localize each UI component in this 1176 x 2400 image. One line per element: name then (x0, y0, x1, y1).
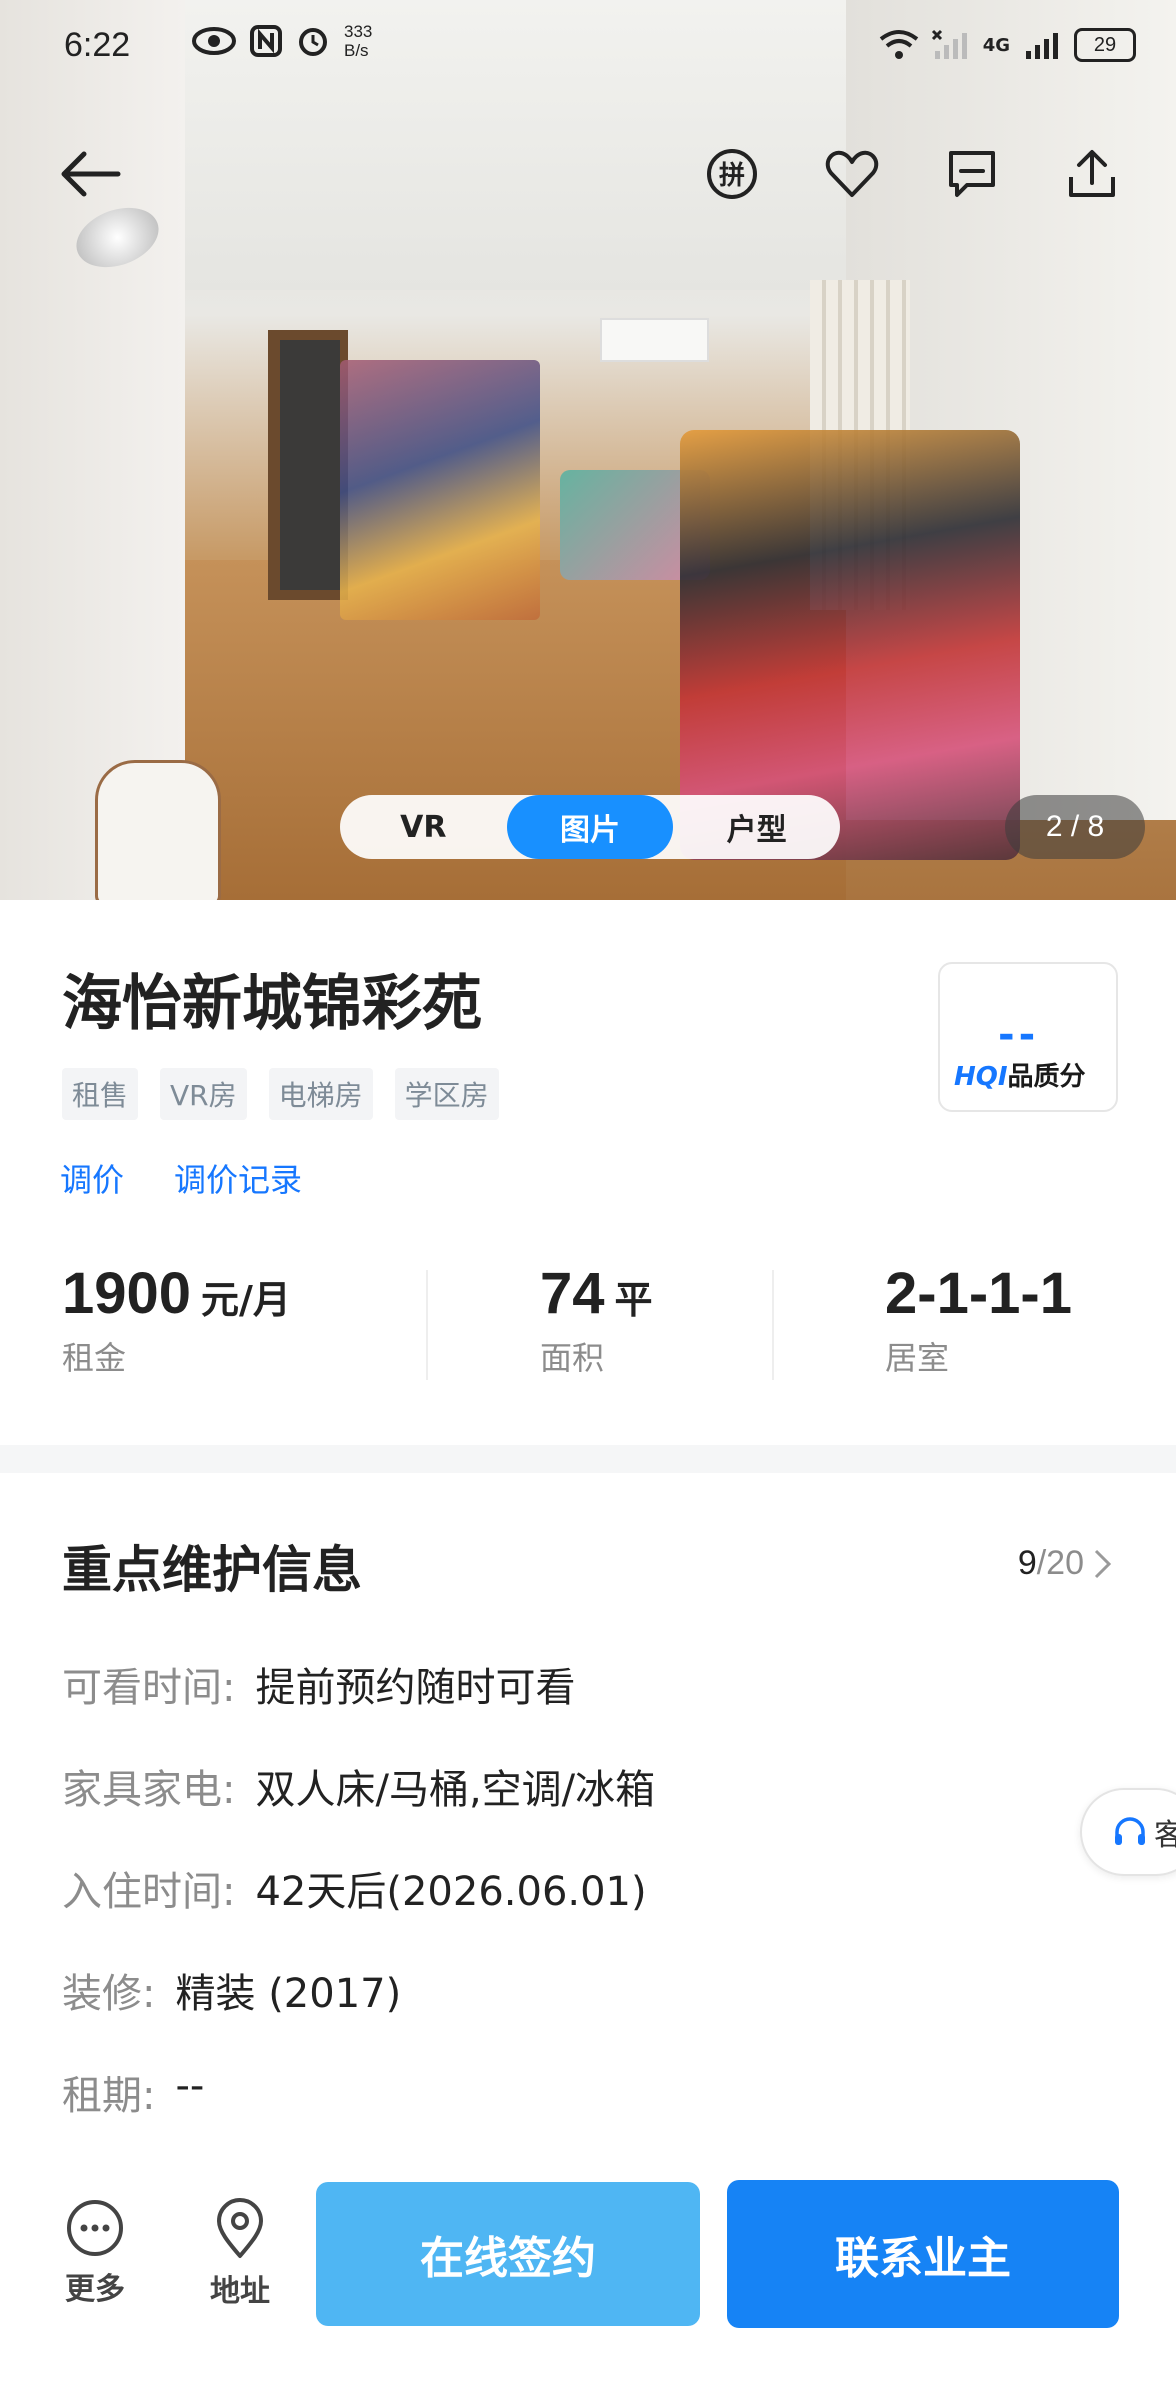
area-label: 面积 (540, 1339, 605, 1377)
pin-badge-icon: 拼 (707, 149, 757, 199)
progress-total: /20 (1036, 1544, 1084, 1582)
favorite-button[interactable] (808, 138, 896, 210)
stat-divider (772, 1270, 774, 1380)
share-button[interactable] (1048, 138, 1136, 210)
customer-service-label: 客 (1154, 1818, 1176, 1853)
key-info-progress[interactable]: 9/20 (1018, 1544, 1114, 1583)
svg-text:拼: 拼 (719, 161, 745, 191)
listing-photo[interactable] (0, 0, 1176, 900)
adjust-price-link[interactable]: 调价 (60, 1155, 124, 1201)
info-value: 提前预约随时可看 (255, 1665, 576, 1711)
photo-shelves (340, 360, 540, 620)
stat-rent: 1900 元/月 租金 (62, 1260, 291, 1379)
chevron-right-icon (1094, 1549, 1112, 1578)
info-label: 入住时间: (62, 1869, 236, 1915)
rent-value: 1900 (62, 1261, 192, 1326)
info-value: -- (175, 2063, 205, 2109)
price-history-link[interactable]: 调价记录 (174, 1155, 302, 1201)
battery-indicator: 29 (1074, 28, 1136, 62)
hqi-brand: HQI (954, 1062, 1008, 1092)
tab-photos[interactable]: 图片 (506, 795, 674, 859)
info-row-furniture: 家具家电: 双人床/马桶,空调/冰箱 (62, 1757, 655, 1815)
info-label: 装修: (62, 1971, 156, 2017)
address-label: 地址 (210, 2274, 270, 2309)
key-stats: 1900 元/月 租金 74 平 面积 2-1-1-1 居室 (0, 1260, 1176, 1390)
tag-elevator: 电梯房 (268, 1068, 373, 1120)
net-speed-value: 333 (344, 22, 373, 41)
progress-current: 9 (1017, 1544, 1037, 1582)
headset-icon (1115, 1817, 1145, 1845)
eye-icon (192, 27, 236, 55)
status-time: 6:22 (64, 26, 131, 64)
stat-layout: 2-1-1-1 居室 (885, 1260, 1072, 1379)
tab-vr[interactable]: VR (340, 795, 507, 859)
back-button[interactable] (50, 138, 130, 210)
online-sign-button[interactable]: 在线签约 (316, 2182, 700, 2326)
price-links: 调价 调价记录 (60, 1155, 302, 1201)
heart-icon (825, 150, 879, 197)
hqi-quality-score[interactable]: -- HQI品质分 (938, 962, 1118, 1112)
key-info-title: 重点维护信息 (62, 1541, 362, 1599)
layout-label: 居室 (885, 1339, 950, 1377)
info-label: 可看时间: (62, 1665, 236, 1711)
share-icon (1069, 150, 1115, 197)
message-button[interactable] (928, 138, 1016, 210)
status-bar: 6:22 333 B/s 4G 29 (0, 0, 1176, 96)
signal-icon (1026, 33, 1058, 59)
stat-area: 74 平 面积 (540, 1260, 653, 1379)
section-divider (0, 1445, 1176, 1473)
signal-off-icon (931, 29, 967, 59)
top-actions: 拼 (688, 138, 1136, 210)
tag-vr: VR房 (160, 1068, 247, 1120)
area-unit: 平 (614, 1278, 653, 1322)
hqi-label-text: 品质分 (1007, 1062, 1086, 1092)
info-value: 精装 (2017) (175, 1971, 402, 2017)
more-button[interactable]: 更多 (40, 2198, 150, 2308)
tag-school-district: 学区房 (394, 1068, 499, 1120)
chat-icon (949, 151, 995, 197)
nfc-icon (250, 25, 282, 57)
area-value: 74 (540, 1261, 605, 1326)
photo-chair (95, 760, 221, 900)
info-label: 租期: (62, 2073, 156, 2119)
contact-owner-button[interactable]: 联系业主 (727, 2180, 1119, 2328)
info-label: 家具家电: (62, 1767, 236, 1813)
rent-label: 租金 (62, 1339, 127, 1377)
address-button[interactable]: 地址 (185, 2198, 295, 2310)
info-row-viewing: 可看时间: 提前预约随时可看 (62, 1655, 575, 1713)
group-buy-button[interactable]: 拼 (688, 138, 776, 210)
net-speed-unit: B/s (344, 41, 369, 60)
info-value: 双人床/马桶,空调/冰箱 (255, 1767, 656, 1813)
wifi-icon (879, 30, 918, 59)
more-dots-icon (67, 2200, 123, 2256)
info-row-move-in: 入住时间: 42天后(2026.06.01) (62, 1859, 647, 1917)
photo-counter: 2 / 8 (1005, 795, 1145, 859)
info-row-decoration: 装修: 精装 (2017) (62, 1961, 401, 2019)
status-icons-right: 4G 29 (879, 28, 1136, 62)
hqi-score: -- (998, 1012, 1040, 1058)
arrow-left-icon (61, 151, 121, 197)
alarm-icon (299, 28, 327, 56)
tab-floorplan[interactable]: 户型 (673, 795, 840, 859)
photo-ac-unit (600, 318, 709, 362)
stat-divider (426, 1270, 428, 1380)
info-row-lease-term: 租期: -- (62, 2063, 204, 2121)
rent-unit: 元/月 (201, 1278, 291, 1322)
listing-tags: 租售 VR房 电梯房 学区房 (62, 1068, 499, 1120)
location-pin-icon (217, 2198, 263, 2258)
tag-rent-sale: 租售 (62, 1068, 139, 1120)
layout-value: 2-1-1-1 (885, 1261, 1072, 1326)
more-label: 更多 (65, 2272, 125, 2307)
customer-service-button[interactable]: 客 (1080, 1788, 1176, 1876)
media-tabs: VR 图片 户型 (340, 795, 840, 859)
info-value: 42天后(2026.06.01) (255, 1869, 647, 1915)
net-speed: 333 B/s (344, 22, 372, 60)
status-icons-left: 333 B/s (138, 22, 372, 60)
listing-title: 海怡新城锦彩苑 (62, 969, 482, 1039)
network-type: 4G (982, 34, 1010, 56)
hqi-label: HQI品质分 (954, 1056, 1086, 1093)
photo-doorway-inner (280, 340, 340, 590)
